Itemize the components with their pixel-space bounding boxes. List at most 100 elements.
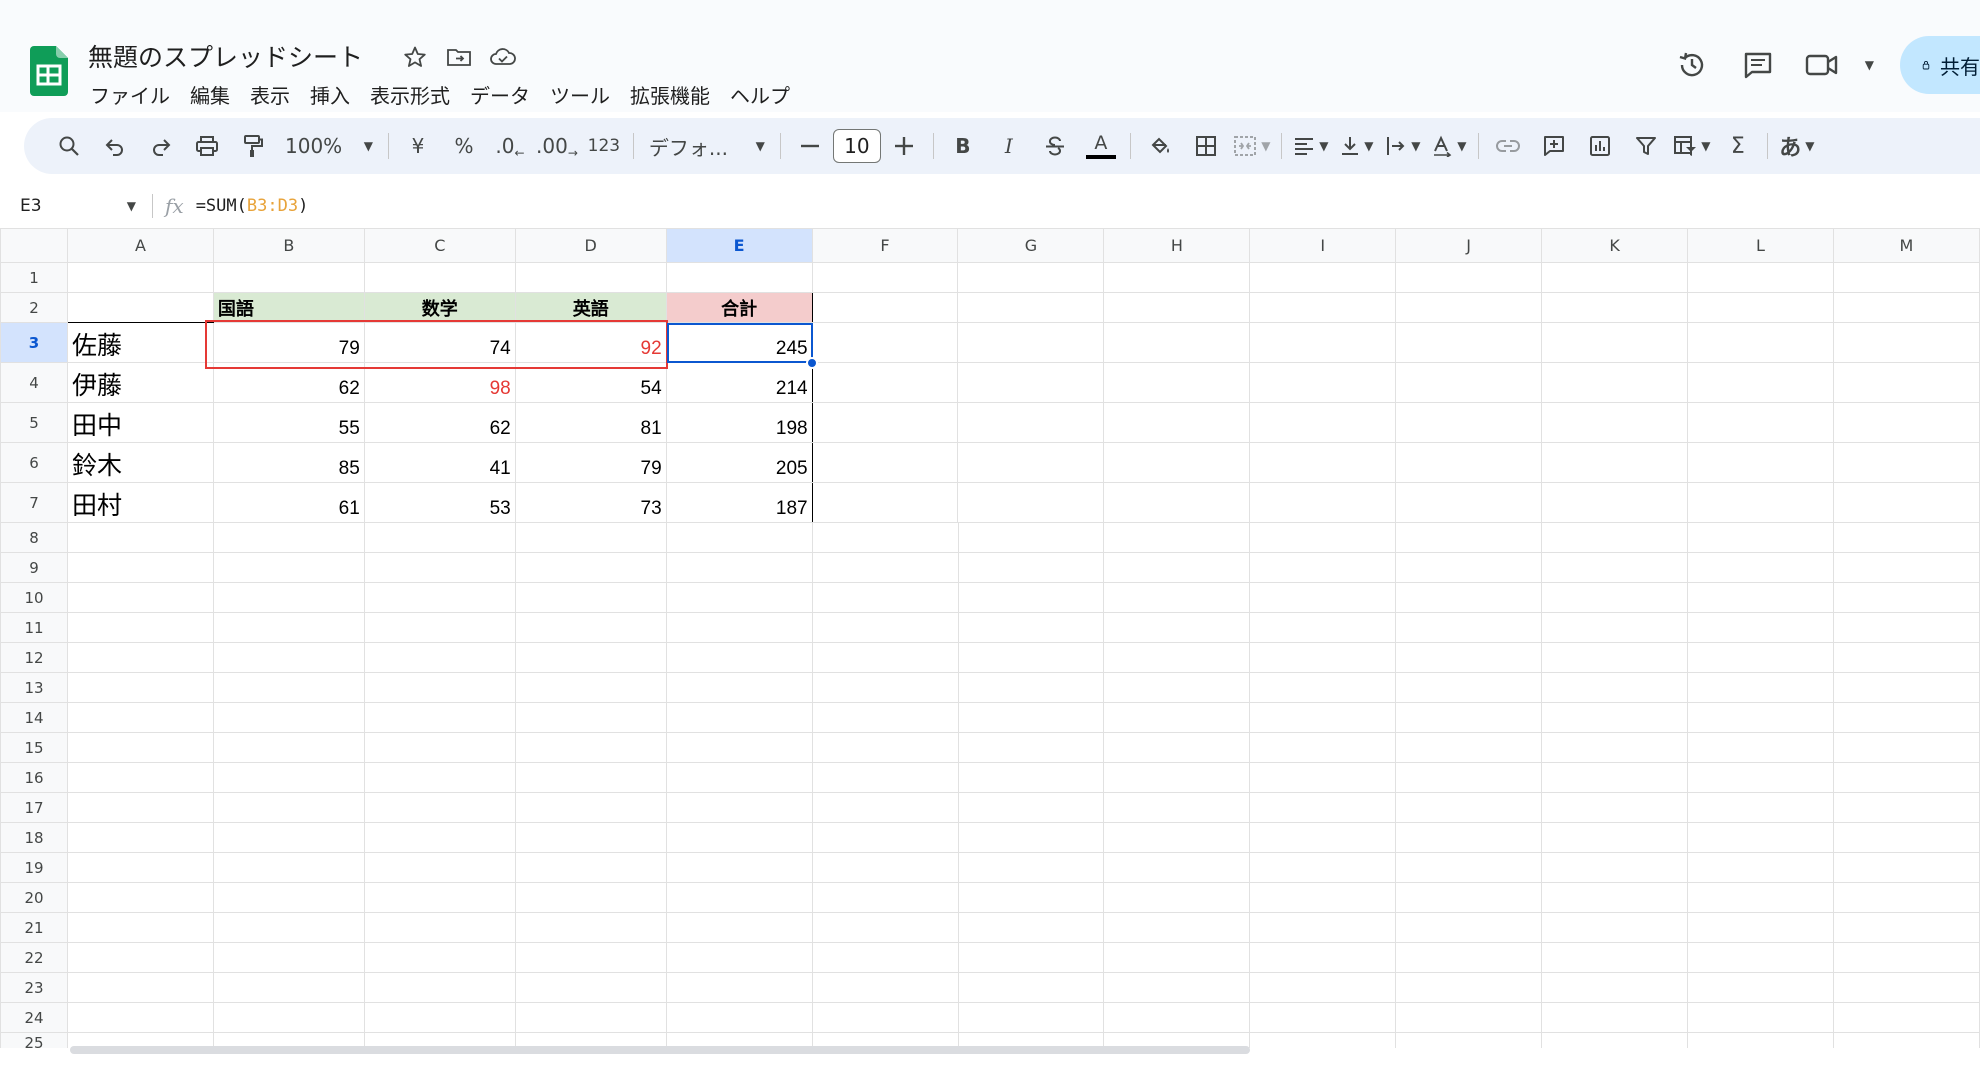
row-header[interactable]: 4 [0,362,68,403]
print-icon[interactable] [187,126,227,166]
cell[interactable] [1687,522,1835,553]
total-cell-selected[interactable]: 245 [665,322,813,363]
cell[interactable] [1541,552,1689,583]
cell[interactable] [1249,792,1397,823]
cell[interactable] [1833,612,1980,643]
cell[interactable] [811,612,959,643]
total-cell[interactable]: 187 [665,482,813,523]
cell[interactable] [1541,582,1689,613]
horizontal-align-icon[interactable]: ▼ [1291,126,1331,166]
score-cell[interactable]: 92 [514,322,667,363]
cell[interactable] [1395,822,1543,853]
cell[interactable] [811,642,959,673]
score-cell[interactable]: 74 [363,322,516,363]
column-header[interactable]: M [1832,228,1980,263]
cell[interactable] [1249,582,1397,613]
cell[interactable] [363,672,516,703]
score-cell[interactable]: 85 [212,442,365,483]
score-cell[interactable]: 73 [514,482,667,523]
cell[interactable] [1395,792,1543,823]
move-folder-icon[interactable] [444,42,474,72]
cell[interactable] [957,882,1105,913]
cell[interactable] [66,582,214,613]
row-header[interactable]: 9 [0,552,68,583]
paint-format-icon[interactable] [233,126,273,166]
cell[interactable] [363,822,516,853]
cell[interactable] [363,702,516,733]
cell[interactable] [1249,912,1397,943]
row-header[interactable]: 6 [0,442,68,483]
row-header[interactable]: 15 [0,732,68,763]
insert-comment-icon[interactable] [1534,126,1574,166]
cell[interactable] [1103,822,1251,853]
font-size-input[interactable]: 10 [832,129,881,163]
history-icon[interactable] [1672,45,1712,85]
cell[interactable] [1249,972,1397,1003]
cell[interactable] [363,852,516,883]
text-color-button[interactable]: A [1081,126,1121,166]
cell[interactable] [957,552,1105,583]
cell[interactable] [1103,852,1251,883]
cell[interactable] [66,882,214,913]
cell[interactable] [1687,1002,1835,1033]
column-header[interactable]: A [66,228,214,263]
column-header[interactable]: L [1687,228,1834,263]
cell[interactable] [811,702,959,733]
column-header[interactable]: B [212,228,365,263]
menu-tools[interactable]: ツール [540,78,620,111]
cell[interactable] [665,612,813,643]
cloud-status-icon[interactable] [488,42,518,72]
cell[interactable] [811,852,959,883]
cell[interactable] [1249,882,1397,913]
cell[interactable] [1687,912,1835,943]
row-header[interactable]: 23 [0,972,68,1003]
cell[interactable] [212,702,365,733]
italic-button[interactable]: I [989,126,1029,166]
cell[interactable] [1687,852,1835,883]
star-icon[interactable] [400,42,430,72]
cell[interactable] [1833,522,1980,553]
cell[interactable] [514,882,667,913]
cell[interactable] [1687,642,1835,673]
cell[interactable] [1833,912,1980,943]
student-name-cell[interactable]: 佐藤 [66,322,214,363]
cell[interactable] [514,852,667,883]
currency-format-button[interactable]: ¥ [398,126,438,166]
filter-icon[interactable] [1626,126,1666,166]
cell[interactable] [1833,732,1980,763]
row-header[interactable]: 11 [0,612,68,643]
menu-edit[interactable]: 編集 [180,78,240,111]
menu-view[interactable]: 表示 [240,78,300,111]
cell[interactable] [212,522,365,553]
cell[interactable] [1395,672,1543,703]
cell[interactable] [66,762,214,793]
cell[interactable] [1249,1032,1397,1048]
cell[interactable] [1687,792,1835,823]
cell[interactable] [1395,732,1543,763]
student-name-cell[interactable]: 伊藤 [66,362,214,403]
row-header[interactable]: 7 [0,482,68,523]
cell[interactable] [514,582,667,613]
cell[interactable] [811,942,959,973]
cell[interactable] [66,972,214,1003]
cell[interactable] [1249,642,1397,673]
total-cell[interactable]: 198 [665,402,813,443]
total-cell[interactable]: 205 [665,442,813,483]
cell[interactable] [1833,552,1980,583]
cell[interactable] [811,912,959,943]
cell[interactable] [514,912,667,943]
student-name-cell[interactable]: 田中 [66,402,214,443]
cell[interactable] [66,292,214,323]
increase-decimal-button[interactable]: .00 → [536,126,578,166]
cell[interactable] [1833,582,1980,613]
redo-icon[interactable] [141,126,181,166]
cell[interactable] [811,672,959,703]
cell[interactable] [1249,672,1397,703]
cell[interactable] [212,942,365,973]
more-formats-button[interactable]: 123 [584,126,624,166]
formula-input[interactable]: =SUM(B3:D3) [196,196,309,216]
score-cell[interactable]: 79 [212,322,365,363]
cell[interactable] [1395,582,1543,613]
bold-button[interactable]: B [943,126,983,166]
cell[interactable] [1541,882,1689,913]
